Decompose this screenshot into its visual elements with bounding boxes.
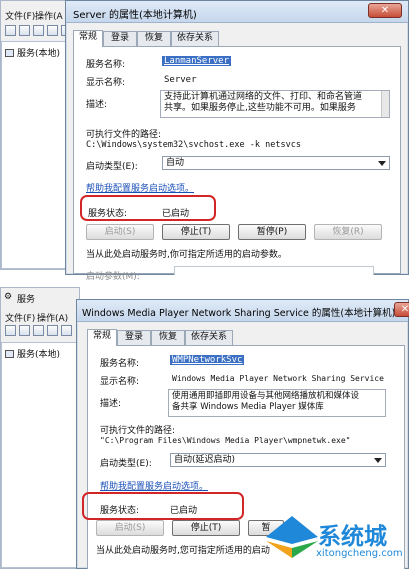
menu-file-2[interactable]: 文件(F) bbox=[5, 311, 35, 324]
dialog2-tab-general[interactable]: 常规 bbox=[87, 329, 117, 346]
tree-item-label: 服务(本地) bbox=[17, 49, 61, 59]
chevron-down-icon bbox=[378, 161, 386, 166]
services-icon-2 bbox=[5, 350, 14, 358]
services-window-bottom-bg: ⚙ 服务 文件(F) 操作(A) 服务(本地) bbox=[0, 287, 80, 569]
exe-path-value-2: "C:\Program Files\Windows Media Player\w… bbox=[100, 436, 351, 445]
stop-button-2[interactable]: 停止(T) bbox=[172, 520, 240, 536]
help-configure-link[interactable]: 帮助我配置服务启动选项。 bbox=[86, 181, 194, 194]
exe-path-label: 可执行文件的路径: bbox=[86, 130, 162, 140]
service-name-label-2: 服务名称: bbox=[100, 359, 140, 369]
service-name-value[interactable]: LanmanServer bbox=[162, 56, 232, 66]
description-box-2[interactable]: 使用通用即插即用设备与其他网络播放机和媒体设 备共享 Windows Media… bbox=[168, 389, 386, 417]
start-button-2[interactable]: 启动(S) bbox=[96, 520, 164, 536]
resume-button[interactable]: 恢复(R) bbox=[314, 224, 382, 240]
description-line-1-2: 使用通用即插即用设备与其他网络播放机和媒体设 bbox=[172, 391, 360, 401]
tree-pane-2: 服务(本地) bbox=[1, 342, 79, 568]
description-scrollbar[interactable] bbox=[381, 91, 389, 117]
toolbar-forward-icon[interactable] bbox=[19, 25, 30, 36]
status-highlight-box-2 bbox=[82, 492, 244, 520]
startup-type-value-2: 自动(延迟启动) bbox=[174, 455, 236, 465]
start-param-hint-2: 当从此处启动服务时,您可指定所适用的启动 bbox=[96, 546, 270, 556]
start-param-hint: 当从此处启动服务时,你可指定所适用的启动参数。 bbox=[86, 250, 287, 260]
tree-item-services-local[interactable]: 服务(本地) bbox=[5, 46, 60, 59]
description-box[interactable]: 支持此计算机通过网络的文件、打印、和命名管道 共享。如果服务停止,这些功能不可用… bbox=[160, 90, 390, 118]
dialog2-tab-recovery[interactable]: 恢复 bbox=[151, 330, 185, 345]
toolbar-console-icon[interactable] bbox=[33, 25, 44, 36]
description-label: 描述: bbox=[86, 100, 108, 110]
toolbar-list-icon[interactable] bbox=[47, 25, 58, 36]
description-line-1: 支持此计算机通过网络的文件、打印、和命名管道 bbox=[164, 92, 363, 102]
dialog1-tab-dependencies[interactable]: 依存关系 bbox=[171, 31, 219, 46]
toolbar-refresh-icon-2[interactable] bbox=[61, 325, 72, 336]
dialog1-title: Server 的属性(本地计算机) bbox=[73, 10, 197, 21]
tree-item-label-2: 服务(本地) bbox=[17, 350, 61, 360]
start-param-input[interactable] bbox=[174, 266, 374, 275]
dialog1-general-panel: 服务名称: LanmanServer 显示名称: Server 描述: 支持此计… bbox=[73, 46, 401, 282]
display-name-label: 显示名称: bbox=[86, 78, 126, 88]
start-param-label: 启动参数(M): bbox=[86, 272, 140, 282]
dialog2-close-icon[interactable]: ✕ bbox=[394, 302, 409, 317]
display-name-value-2[interactable]: Windows Media Player Network Sharing Ser… bbox=[172, 374, 384, 383]
status-highlight-box bbox=[80, 195, 216, 221]
dialog1-close-icon[interactable]: ✕ bbox=[368, 3, 402, 18]
startup-type-select-2[interactable]: 自动(延迟启动) bbox=[170, 453, 386, 467]
dialog2-title: Windows Media Player Network Sharing Ser… bbox=[82, 308, 396, 319]
dialog1-tab-recovery[interactable]: 恢复 bbox=[137, 31, 171, 46]
stop-button[interactable]: 停止(T) bbox=[162, 224, 230, 240]
toolbar-back-icon-2[interactable] bbox=[5, 325, 16, 336]
tree-pane: 服务(本地) bbox=[1, 41, 67, 269]
dialog1-tab-logon[interactable]: 登录 bbox=[103, 31, 137, 46]
help-configure-link-2[interactable]: 帮助我配置服务启动选项。 bbox=[100, 479, 208, 492]
tree-item-services-local-2[interactable]: 服务(本地) bbox=[5, 347, 60, 360]
menu-action-2[interactable]: 操作(A) bbox=[37, 311, 68, 324]
start-button[interactable]: 启动(S) bbox=[86, 224, 154, 240]
toolbar-console-icon-2[interactable] bbox=[33, 325, 44, 336]
description-label-2: 描述: bbox=[100, 399, 122, 409]
description-line-2-2: 备共享 Windows Media Player 媒体库 bbox=[172, 402, 324, 412]
startup-type-select[interactable]: 自动 bbox=[162, 156, 390, 170]
description-line-2: 共享。如果服务停止,这些功能不可用。如果服务 bbox=[164, 103, 356, 113]
services-window-top-bg: 文件(F) 操作(A 服务(本地) bbox=[0, 0, 70, 270]
services-app-icon: ⚙ bbox=[4, 292, 13, 302]
toolbar-back-icon[interactable] bbox=[5, 25, 16, 36]
exe-path-value: C:\Windows\system32\svchost.exe -k netsv… bbox=[86, 140, 301, 150]
display-name-label-2: 显示名称: bbox=[100, 377, 140, 387]
startup-type-value: 自动 bbox=[166, 158, 185, 168]
display-name-value[interactable]: Server bbox=[164, 75, 197, 85]
dialog1-tab-general[interactable]: 常规 bbox=[73, 30, 103, 47]
server-properties-dialog: Server 的属性(本地计算机) ✕ 常规 登录 恢复 依存关系 服务名称: … bbox=[65, 0, 409, 282]
pause-button[interactable]: 暂停(P) bbox=[238, 224, 306, 240]
exe-path-label-2: 可执行文件的路径: bbox=[100, 426, 176, 436]
dialog2-tab-logon[interactable]: 登录 bbox=[117, 330, 151, 345]
startup-type-label: 启动类型(E): bbox=[86, 162, 138, 172]
toolbar-list-icon-2[interactable] bbox=[47, 325, 58, 336]
menu-file[interactable]: 文件(F) bbox=[5, 9, 35, 22]
service-name-value-2[interactable]: WMPNetworkSvc bbox=[170, 355, 245, 365]
dialog2-titlebar[interactable]: Windows Media Player Network Sharing Ser… bbox=[77, 300, 409, 322]
menu-action[interactable]: 操作(A bbox=[35, 9, 63, 22]
dialog1-titlebar[interactable]: Server 的属性(本地计算机) ✕ bbox=[66, 1, 408, 23]
dialog2-tab-dependencies[interactable]: 依存关系 bbox=[185, 330, 233, 345]
watermark-logo-icon bbox=[266, 516, 318, 558]
toolbar-forward-icon-2[interactable] bbox=[19, 325, 30, 336]
watermark-brand: 系统城 bbox=[318, 524, 387, 550]
watermark-url: xitongcheng.com bbox=[316, 548, 403, 559]
services-app-title: 服务 bbox=[17, 295, 36, 305]
service-name-label: 服务名称: bbox=[86, 60, 126, 70]
services-icon bbox=[5, 49, 14, 57]
startup-type-label-2: 启动类型(E): bbox=[100, 459, 152, 469]
chevron-down-icon-2 bbox=[374, 458, 382, 463]
